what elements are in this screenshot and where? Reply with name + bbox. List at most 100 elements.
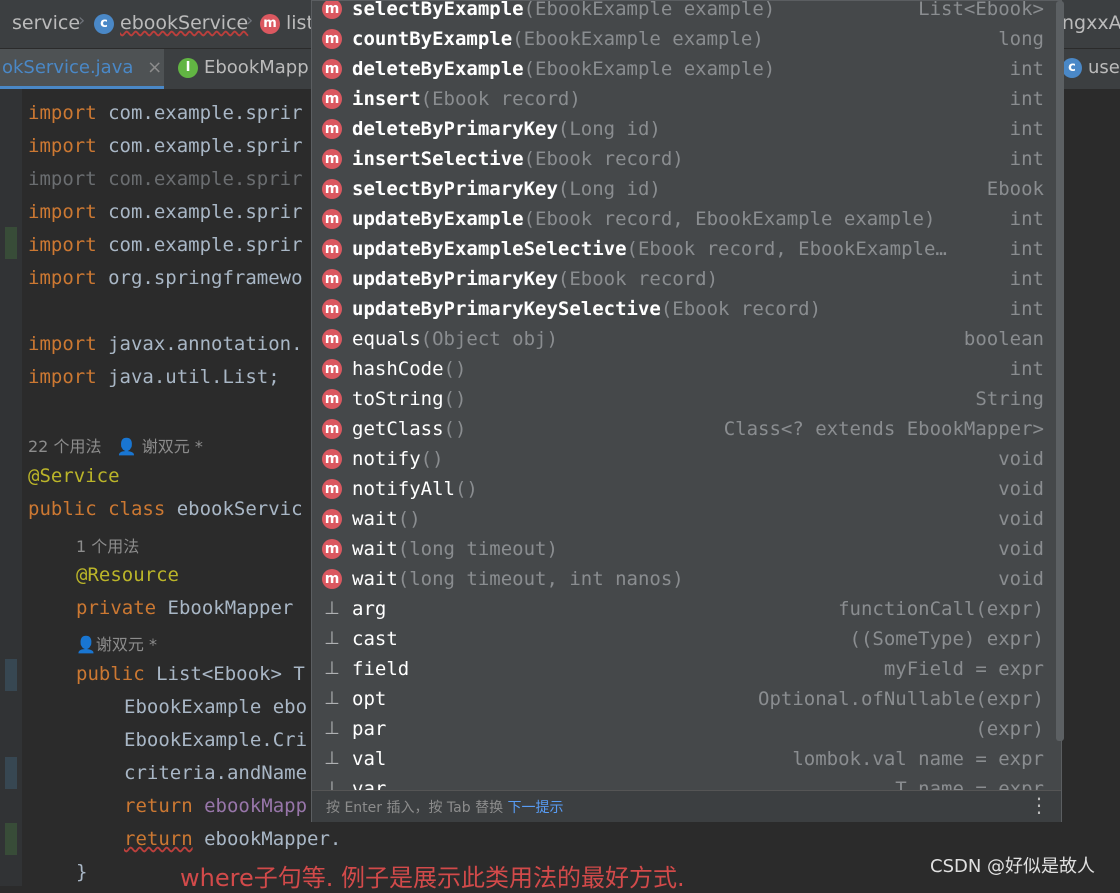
completion-item[interactable]: m notify() void [312, 444, 1054, 474]
method-icon: m [322, 539, 342, 559]
keyword: return [124, 795, 193, 817]
code-line: import com.example.sprir [28, 196, 303, 229]
completion-item-name: updateByPrimaryKey [352, 268, 558, 290]
completion-item-params: () [443, 388, 467, 410]
completion-item-label: countByExample(EbookExample example) [352, 24, 764, 54]
completion-item[interactable]: m updateByExample(Ebook record, EbookExam… [312, 204, 1054, 234]
usage-hint[interactable]: 22 个用法 👤 谢双元 * [28, 433, 203, 457]
completion-item-type: int [1009, 148, 1044, 170]
completion-item[interactable]: m toString() String [312, 384, 1054, 414]
author-hint[interactable]: 👤谢双元 * [76, 631, 157, 655]
breadcrumb-item-package[interactable]: service [12, 12, 80, 34]
completion-item-name: notifyAll [352, 478, 455, 500]
completion-item-params: (long timeout, int nanos) [397, 568, 684, 590]
vcs-added-marker [5, 227, 17, 259]
completion-item[interactable]: m hashCode() int [312, 354, 1054, 384]
completion-item-type: void [998, 508, 1044, 530]
class-icon: c [1062, 58, 1082, 78]
keyword: import [28, 267, 97, 289]
completion-item-params: (Ebook record) [557, 268, 719, 290]
code-line: return ebookMapper. [124, 823, 341, 856]
code-line: EbookExample.Cri [124, 729, 308, 751]
method-icon: m [322, 239, 342, 259]
completion-item[interactable]: m deleteByPrimaryKey(Long id) int [312, 114, 1054, 144]
completion-item[interactable]: m countByExample(EbookExample example) lon… [312, 24, 1054, 54]
completion-item[interactable]: m updateByPrimaryKeySelective(Ebook recor… [312, 294, 1054, 324]
completion-item[interactable]: ⊥ opt Optional.ofNullable(expr) [312, 684, 1054, 714]
keyword: return [124, 828, 193, 850]
footer-text: 按 Enter 插入，按 Tab 替换 [326, 800, 504, 816]
keyword: import [28, 333, 97, 355]
next-tip-link[interactable]: 下一提示 [508, 800, 564, 816]
completion-item-name: wait [352, 538, 398, 560]
completion-list[interactable]: m selectByExample(EbookExample example) Li… [312, 1, 1054, 790]
usage-hint[interactable]: 1 个用法 [76, 533, 139, 557]
scrollbar[interactable] [1056, 1, 1064, 741]
tab-label: okService.java [2, 57, 134, 78]
close-icon[interactable]: × [147, 57, 162, 78]
tab-ebook-mapper[interactable]: I EbookMapp [178, 49, 313, 89]
completion-item[interactable]: m updateByPrimaryKey(Ebook record) int [312, 264, 1054, 294]
completion-item[interactable]: m insert(Ebook record) int [312, 84, 1054, 114]
completion-item-name: notify [352, 448, 421, 470]
code-text: java.util.List; [108, 366, 280, 388]
completion-item-label: hashCode() [352, 354, 466, 384]
code-text: org.springframewo [108, 267, 303, 289]
more-options-icon[interactable]: ⋮ [1029, 793, 1049, 817]
completion-item-label: wait(long timeout, int nanos) [352, 564, 684, 594]
completion-item[interactable]: ⊥ cast ((SomeType) expr) [312, 624, 1054, 654]
keyword: import [28, 168, 97, 190]
class-icon: c [94, 14, 114, 34]
keyword: import [28, 234, 97, 256]
completion-item[interactable]: m deleteByExample(EbookExample example) in… [312, 54, 1054, 84]
completion-item-params: () [443, 358, 467, 380]
keyword: public class [28, 498, 166, 520]
usage-count: 22 个用法 [28, 437, 102, 456]
completion-item-name: par [352, 718, 387, 740]
completion-item[interactable]: m wait() void [312, 504, 1054, 534]
code-line: public class ebookServic [28, 493, 303, 526]
completion-item[interactable]: m wait(long timeout) void [312, 534, 1054, 564]
completion-item[interactable]: m selectByExample(EbookExample example) Li… [312, 1, 1054, 24]
completion-item[interactable]: ⊥ par (expr) [312, 714, 1054, 744]
completion-item[interactable]: m equals(Object obj) boolean [312, 324, 1054, 354]
completion-item[interactable]: ⊥ var T name = expr [312, 774, 1054, 790]
completion-item[interactable]: ⊥ arg functionCall(expr) [312, 594, 1054, 624]
method-icon: m [322, 29, 342, 49]
completion-item-name: field [352, 658, 410, 680]
completion-item-label: insertSelective(Ebook record) [352, 144, 684, 174]
tab-label: EbookMapp [204, 57, 309, 78]
code-text: ebookMapp [204, 795, 308, 817]
completion-item[interactable]: m insertSelective(Ebook record) int [312, 144, 1054, 174]
completion-item[interactable]: ⊥ field myField = expr [312, 654, 1054, 684]
author-label: 谢双元 * [95, 635, 158, 654]
completion-item[interactable]: m wait(long timeout, int nanos) void [312, 564, 1054, 594]
breadcrumb-item-method[interactable]: m list [260, 12, 314, 34]
completion-item[interactable]: m getClass() Class<? extends EbookMapper> [312, 414, 1054, 444]
method-icon: m [322, 1, 342, 19]
keyword: import [28, 366, 97, 388]
completion-item-type: void [998, 448, 1044, 470]
method-icon: m [322, 389, 342, 409]
completion-item-type: int [1009, 58, 1044, 80]
completion-item-label: selectByPrimaryKey(Long id) [352, 174, 661, 204]
completion-item-params: (Object obj) [420, 328, 558, 350]
code-line: private EbookMapper [76, 592, 293, 625]
completion-item-name: var [352, 778, 387, 790]
breadcrumb-item-class[interactable]: c ebookService [94, 12, 248, 34]
author-label: 谢双元 * [141, 437, 203, 456]
completion-item-label: updateByPrimaryKeySelective(Ebook record… [352, 294, 821, 324]
tab-user[interactable]: cuser [1062, 49, 1120, 89]
completion-item-params: () [443, 418, 467, 440]
completion-item[interactable]: m notifyAll() void [312, 474, 1054, 504]
completion-item[interactable]: m updateByExampleSelective(Ebook record, … [312, 234, 1054, 264]
completion-item-type: ((SomeType) expr) [849, 628, 1044, 650]
completion-item[interactable]: ⊥ val lombok.val name = expr [312, 744, 1054, 774]
code-completion-popup[interactable]: m selectByExample(EbookExample example) Li… [311, 0, 1064, 822]
template-icon: ⊥ [324, 628, 340, 649]
completion-item[interactable]: m selectByPrimaryKey(Long id) Ebook [312, 174, 1054, 204]
code-line: import com.example.sprir [28, 229, 303, 262]
code-line: return ebookMapp [124, 790, 307, 823]
tab-ebook-service[interactable]: okService.java × [0, 49, 164, 89]
completion-item-name: insert [352, 88, 421, 110]
